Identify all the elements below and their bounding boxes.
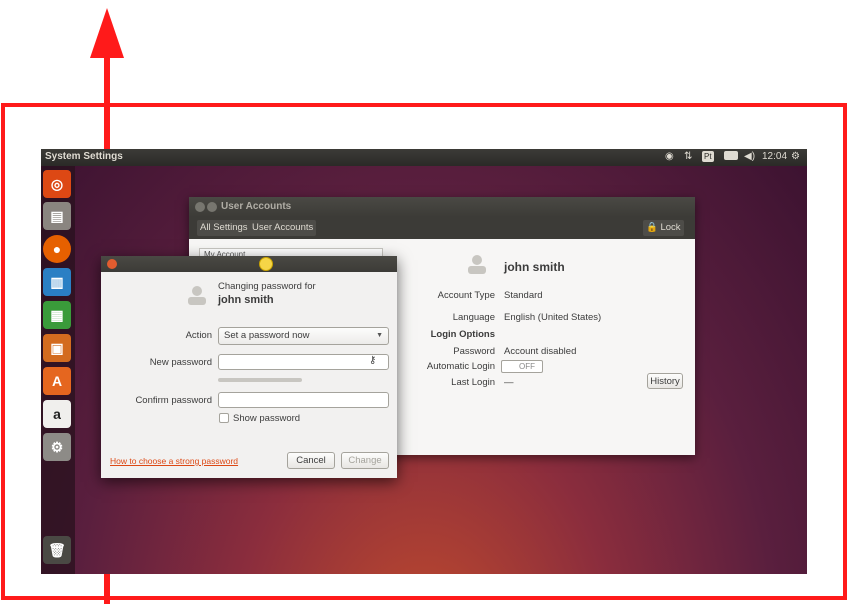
annotation-frame [1, 103, 847, 600]
annotation-arrow-head [90, 8, 124, 58]
